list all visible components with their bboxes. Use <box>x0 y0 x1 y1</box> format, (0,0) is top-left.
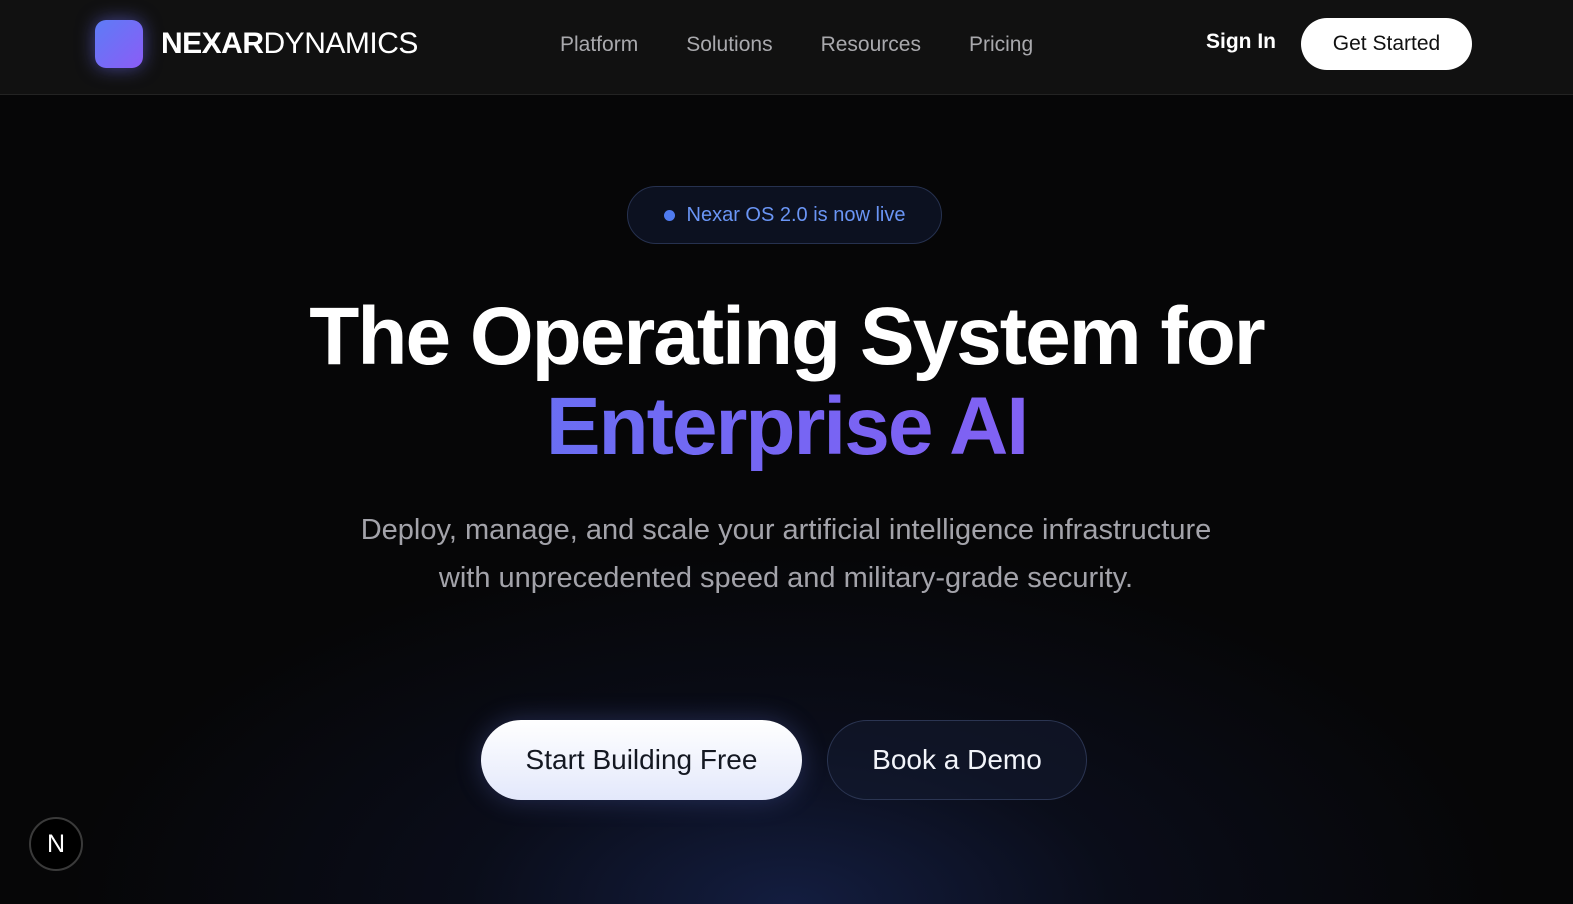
brand-name-bold: NEXAR <box>161 27 264 60</box>
start-building-free-button[interactable]: Start Building Free <box>481 720 802 800</box>
announcement-text: Nexar OS 2.0 is now live <box>686 203 906 226</box>
nav-link-platform[interactable]: Platform <box>560 33 638 57</box>
announcement-badge[interactable]: Nexar OS 2.0 is now live <box>627 186 942 244</box>
logo-mark-icon <box>95 20 143 68</box>
landing-page: NEXARDYNAMICS Platform Solutions Resourc… <box>0 0 1573 904</box>
sign-in-link[interactable]: Sign In <box>1206 30 1276 54</box>
nav-link-pricing[interactable]: Pricing <box>969 33 1033 57</box>
hero-headline-line1: The Operating System for <box>309 291 1265 382</box>
nav-link-resources[interactable]: Resources <box>821 33 921 57</box>
hero-subtitle: Deploy, manage, and scale your artificia… <box>360 514 1212 594</box>
top-navbar: NEXARDYNAMICS Platform Solutions Resourc… <box>0 0 1573 95</box>
nav-link-solutions[interactable]: Solutions <box>686 33 772 57</box>
primary-nav: Platform Solutions Resources Pricing <box>560 28 1033 62</box>
nextjs-dev-indicator-icon[interactable]: N <box>29 817 83 871</box>
hero-headline: The Operating System for Enterprise AI <box>0 292 1573 472</box>
hero-headline-highlight: Enterprise AI <box>0 382 1573 472</box>
brand-logo[interactable]: NEXARDYNAMICS <box>95 20 418 68</box>
get-started-button[interactable]: Get Started <box>1301 18 1472 70</box>
brand-name-light: DYNAMICS <box>263 27 419 60</box>
status-dot-icon <box>663 209 675 221</box>
brand-wordmark: NEXARDYNAMICS <box>161 27 418 61</box>
book-demo-button[interactable]: Book a Demo <box>827 720 1087 800</box>
